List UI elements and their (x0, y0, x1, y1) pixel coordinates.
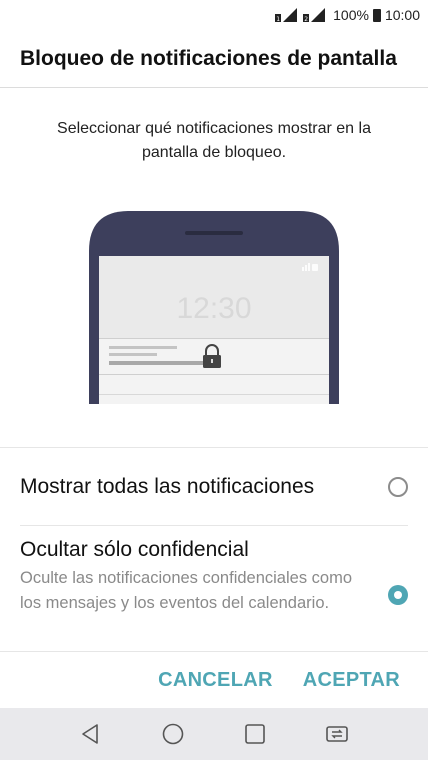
navigation-bar (0, 708, 428, 760)
radio-button-selected[interactable] (388, 585, 408, 605)
back-icon[interactable] (79, 722, 103, 746)
battery-percent: 100% (333, 7, 369, 23)
sim1-signal-icon: 1 (275, 8, 298, 22)
switch-screen-icon[interactable] (325, 722, 349, 746)
recents-icon[interactable] (243, 722, 267, 746)
cancel-button[interactable]: CANCELAR (158, 669, 273, 692)
option-hide-sensitive[interactable]: Ocultar sólo confidencial Oculte las not… (20, 526, 408, 656)
home-icon[interactable] (161, 722, 185, 746)
option-sublabel: Oculte las notificaciones confidenciales… (20, 569, 353, 612)
illustration-clock: 12:30 (176, 292, 251, 325)
page-title: Bloqueo de notificaciones de pantalla (20, 46, 397, 70)
option-show-all[interactable]: Mostrar todas las notificaciones (20, 448, 408, 526)
clock: 10:00 (384, 7, 420, 23)
svg-text:1: 1 (276, 16, 280, 22)
radio-button[interactable] (388, 476, 408, 497)
header: Bloqueo de notificaciones de pantalla (0, 30, 428, 88)
description-text: Seleccionar qué notificaciones mostrar e… (57, 120, 371, 161)
accept-button[interactable]: ACEPTAR (303, 669, 400, 692)
svg-text:2: 2 (304, 16, 308, 22)
sim2-signal-icon: 2 (303, 8, 326, 22)
option-label: Mostrar todas las notificaciones (20, 474, 315, 498)
lock-screen-illustration: 12:30 (89, 211, 339, 404)
battery-icon (372, 8, 381, 22)
radio-dot (394, 591, 402, 599)
signal-icons: 1 2 (275, 8, 327, 22)
dialog-actions: CANCELAR ACEPTAR (0, 652, 428, 708)
option-label: Ocultar sólo confidencial (20, 538, 249, 561)
status-bar: 1 2 100% 10:00 (0, 0, 428, 30)
notification-options: Mostrar todas las notificaciones Ocultar… (0, 447, 428, 656)
